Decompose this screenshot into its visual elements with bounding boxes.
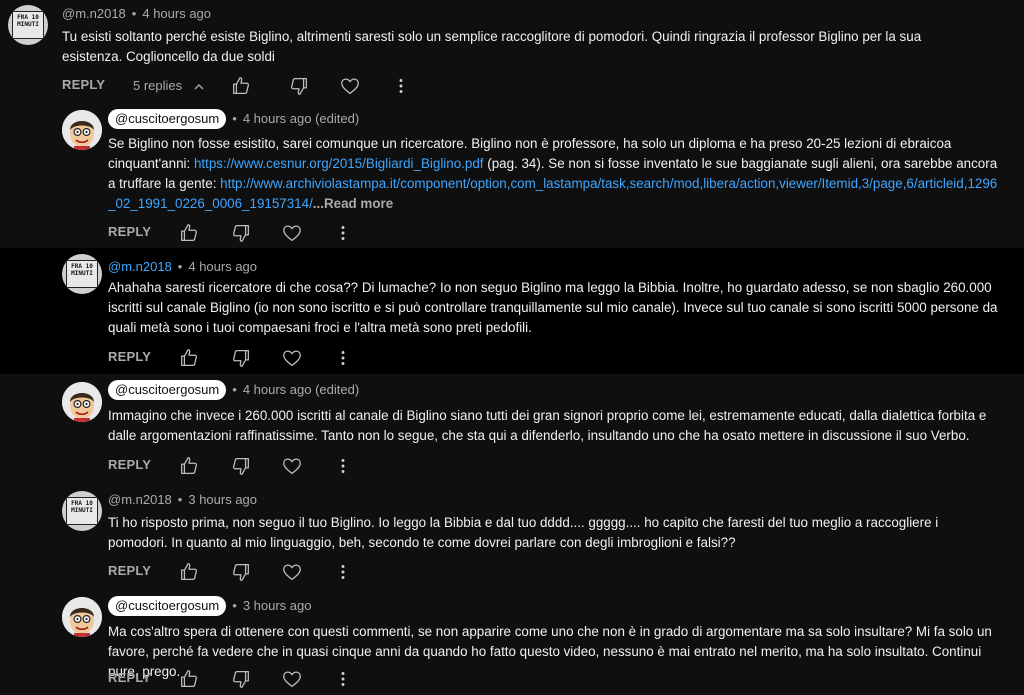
cartoon-face-avatar-image (62, 110, 102, 150)
more-vert-icon[interactable] (332, 668, 354, 690)
chevron-up-icon (194, 78, 204, 93)
reply-button[interactable]: REPLY (108, 457, 151, 472)
author-name[interactable]: @m.n2018 (108, 259, 172, 274)
comment-text: Ahahaha saresti ricercatore di che cosa?… (108, 280, 998, 335)
timestamp[interactable]: 4 hours ago (edited) (243, 111, 359, 126)
reply-button[interactable]: REPLY (62, 77, 105, 92)
avatar[interactable]: FRA 10 MINUTI (62, 254, 102, 294)
comment-header: @m.n2018 • 3 hours ago (108, 492, 258, 507)
reply-comment: FRA 10 MINUTI @m.n2018 • 3 hours ago Ti ho … (0, 486, 1024, 592)
thumb-up-icon[interactable] (178, 347, 200, 369)
avatar[interactable] (62, 382, 102, 422)
comment-actions: REPLY (108, 222, 408, 246)
heart-icon[interactable] (281, 222, 303, 244)
avatar[interactable]: FRA 10 MINUTI (62, 491, 102, 531)
heart-icon[interactable] (281, 668, 303, 690)
comment-actions: REPLY (108, 561, 408, 585)
avatar[interactable]: FRA 10 MINUTI (8, 5, 48, 45)
cartoon-face-avatar-image (62, 597, 102, 637)
comment-text: Tu esisti soltanto perché esiste Biglino… (62, 29, 922, 64)
reply-comment-highlighted: FRA 10 MINUTI @m.n2018 • 4 hours ago Ahahah… (0, 248, 1024, 374)
timestamp[interactable]: 4 hours ago (188, 259, 257, 274)
thumb-down-icon[interactable] (230, 222, 252, 244)
comment-text: Ti ho risposto prima, non seguo il tuo B… (108, 515, 939, 550)
heart-icon[interactable] (339, 75, 361, 97)
comment-link[interactable]: http://www.archiviolastampa.it/component… (108, 176, 997, 211)
thumb-up-icon[interactable] (178, 222, 200, 244)
heart-icon[interactable] (281, 455, 303, 477)
comment-text: Se Biglino non fosse esistito, sarei com… (108, 136, 998, 211)
more-vert-icon[interactable] (332, 347, 354, 369)
author-name-chip[interactable]: @cuscitoergosum (108, 109, 227, 129)
comment-header: @m.n2018 • 4 hours ago (62, 6, 212, 21)
reply-comment: @cuscitoergosum • 4 hours ago (edited) Imm… (0, 374, 1024, 486)
reply-comment: @cuscitoergosum • 3 hours ago Ma cos'altro… (0, 592, 1024, 695)
comment-link[interactable]: https://www.cesnur.org/2015/Bigliardi_Bi… (194, 156, 484, 171)
timestamp[interactable]: 4 hours ago (142, 6, 211, 21)
thumb-down-icon[interactable] (288, 75, 310, 97)
cartoon-face-avatar-image (62, 382, 102, 422)
comment-actions: REPLY (108, 347, 408, 371)
read-more-button[interactable]: ...Read more (313, 196, 393, 211)
timestamp[interactable]: 3 hours ago (188, 492, 257, 507)
reply-button[interactable]: REPLY (108, 224, 151, 239)
more-vert-icon[interactable] (332, 222, 354, 244)
comment-header: @cuscitoergosum • 3 hours ago (108, 596, 311, 616)
comment-top-level: FRA 10 MINUTI @m.n2018 • 4 hours ago Tu esi… (0, 0, 1024, 105)
avatar[interactable] (62, 597, 102, 637)
reply-button[interactable]: REPLY (108, 563, 151, 578)
timestamp[interactable]: 4 hours ago (edited) (243, 382, 359, 397)
thumb-up-icon[interactable] (178, 668, 200, 690)
comment-text: Immagino che invece i 260.000 iscritti a… (108, 408, 987, 443)
heart-icon[interactable] (281, 561, 303, 583)
author-name-chip[interactable]: @cuscitoergosum (108, 380, 227, 400)
replies-count: 5 replies (133, 78, 183, 93)
avatar[interactable] (62, 110, 102, 150)
avatar-sign-image: FRA 10 MINUTI (12, 11, 44, 39)
thumb-down-icon[interactable] (230, 347, 252, 369)
more-vert-icon[interactable] (332, 561, 354, 583)
timestamp[interactable]: 3 hours ago (243, 598, 312, 613)
comment-header: @m.n2018 • 4 hours ago (108, 259, 258, 274)
thumb-up-icon[interactable] (178, 561, 200, 583)
author-name-chip[interactable]: @cuscitoergosum (108, 596, 227, 616)
heart-icon[interactable] (281, 347, 303, 369)
avatar-sign-image: FRA 10 MINUTI (66, 260, 98, 288)
replies-toggle-button[interactable]: 5 replies (133, 78, 204, 93)
reply-button[interactable]: REPLY (108, 670, 151, 685)
reply-comment: @cuscitoergosum • 4 hours ago (edited) Se … (0, 105, 1024, 248)
reply-button[interactable]: REPLY (108, 349, 151, 364)
thumb-up-icon[interactable] (230, 75, 252, 97)
comment-thread: FRA 10 MINUTI @m.n2018 • 4 hours ago Tu esi… (0, 0, 1024, 695)
more-vert-icon[interactable] (332, 455, 354, 477)
author-name[interactable]: @m.n2018 (108, 492, 172, 507)
comment-actions: REPLY 5 replies (62, 75, 462, 99)
comment-actions: REPLY (108, 668, 408, 692)
thumb-down-icon[interactable] (230, 455, 252, 477)
comment-actions: REPLY (108, 455, 408, 479)
comment-header: @cuscitoergosum • 4 hours ago (edited) (108, 109, 359, 129)
avatar-sign-image: FRA 10 MINUTI (66, 497, 98, 525)
thumb-up-icon[interactable] (178, 455, 200, 477)
thumb-down-icon[interactable] (230, 561, 252, 583)
more-vert-icon[interactable] (390, 75, 412, 97)
comment-header: @cuscitoergosum • 4 hours ago (edited) (108, 380, 359, 400)
author-name[interactable]: @m.n2018 (62, 6, 126, 21)
thumb-down-icon[interactable] (230, 668, 252, 690)
